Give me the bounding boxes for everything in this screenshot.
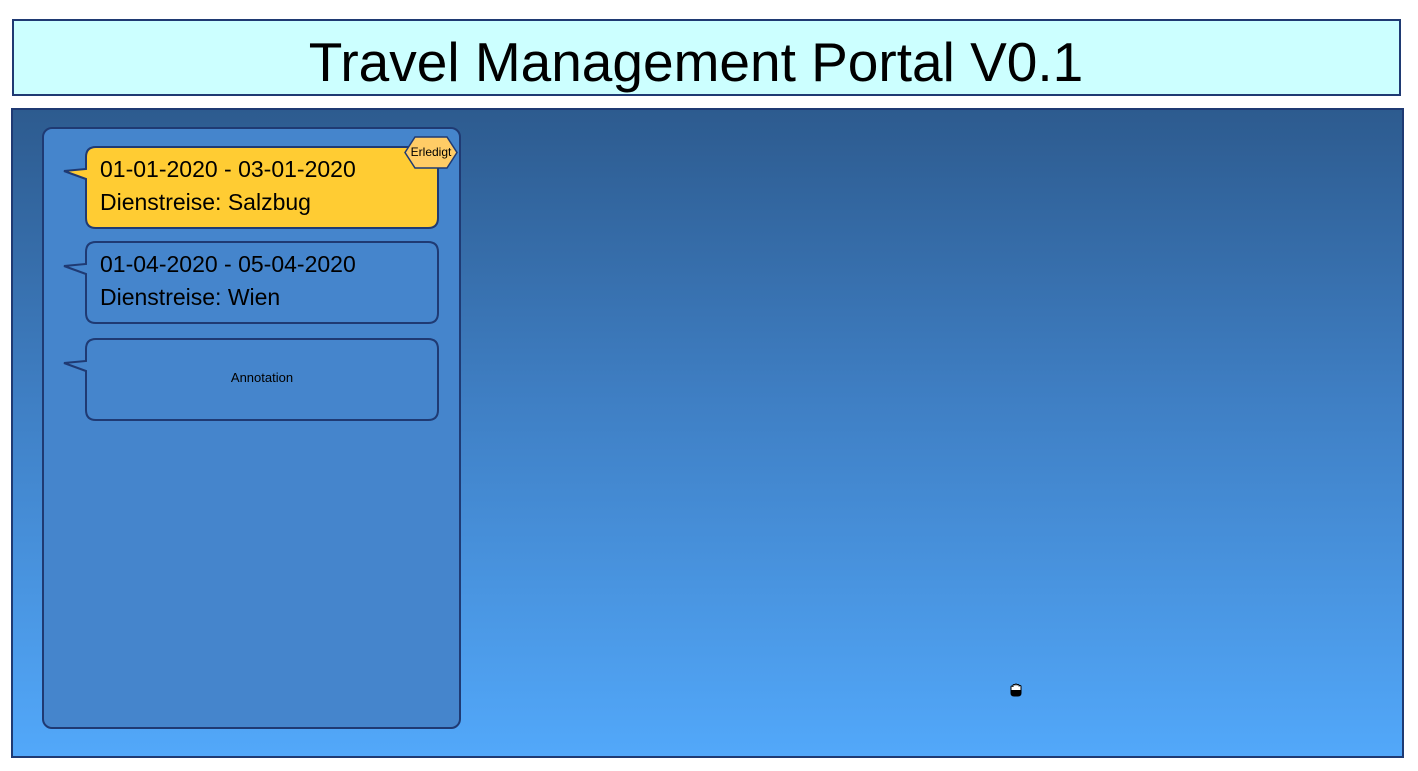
- trip-card-wien[interactable]: 01-04-2020 - 05-04-2020 Dienstreise: Wie…: [63, 241, 439, 324]
- trip-date-range: 01-01-2020 - 03-01-2020: [100, 156, 356, 182]
- trip-description: Dienstreise: Salzbug: [100, 189, 311, 215]
- status-badge: Erledigt: [404, 136, 458, 169]
- page: Travel Management Portal V0.1 01-01-2020…: [0, 0, 1418, 771]
- annotation-label: Annotation: [230, 370, 294, 385]
- trip-date-range: 01-04-2020 - 05-04-2020: [100, 251, 356, 277]
- grab-hand-icon: [1010, 683, 1022, 697]
- status-badge-label: Erledigt: [410, 145, 452, 159]
- annotation-callout[interactable]: Annotation: [63, 338, 439, 421]
- trip-description: Dienstreise: Wien: [100, 284, 281, 310]
- header-bar: Travel Management Portal V0.1: [12, 19, 1401, 96]
- trip-card-salzburg[interactable]: 01-01-2020 - 03-01-2020 Dienstreise: Sal…: [63, 146, 439, 229]
- page-title: Travel Management Portal V0.1: [308, 31, 1084, 93]
